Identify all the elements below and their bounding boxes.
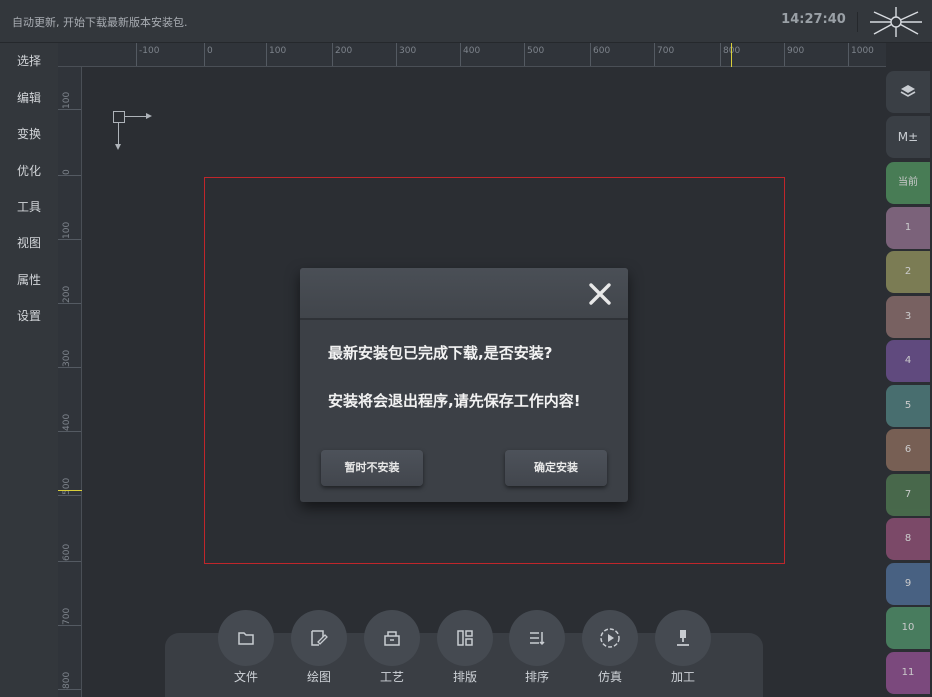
ruler-label: 100 bbox=[62, 91, 72, 109]
folder-icon bbox=[238, 632, 254, 645]
status-text: 自动更新, 开始下载最新版本安装包. bbox=[12, 16, 188, 29]
layer-11[interactable]: 11 bbox=[886, 652, 930, 694]
ruler-label: 700 bbox=[657, 46, 675, 56]
y-axis-arrow-icon bbox=[118, 123, 119, 145]
machining-icon bbox=[677, 630, 689, 646]
tool-layout-button[interactable]: 排版 bbox=[437, 610, 493, 694]
ruler-label: 400 bbox=[463, 46, 481, 56]
ruler-label: 300 bbox=[62, 349, 72, 367]
dialog-header bbox=[300, 268, 628, 320]
ruler-label: 900 bbox=[787, 46, 805, 56]
left-menu: 选择 编辑 变换 优化 工具 视图 属性 设置 bbox=[0, 43, 58, 697]
ruler-label: 600 bbox=[593, 46, 611, 56]
menu-optimize[interactable]: 优化 bbox=[0, 159, 58, 183]
process-icon bbox=[384, 631, 400, 646]
tool-sort-label: 排序 bbox=[524, 670, 549, 684]
x-axis-arrowhead-icon bbox=[146, 113, 152, 119]
mode-button[interactable]: M± bbox=[886, 116, 930, 158]
ruler-label: 700 bbox=[62, 607, 72, 625]
ruler-cursor-marker bbox=[731, 43, 732, 67]
clock: 14:27:40 bbox=[770, 12, 858, 32]
y-axis-arrowhead-icon bbox=[115, 144, 121, 150]
ruler-label: 100 bbox=[62, 221, 72, 239]
tool-file-label: 文件 bbox=[233, 670, 258, 684]
app-logo-icon[interactable] bbox=[866, 4, 926, 40]
sort-icon bbox=[530, 632, 545, 646]
ruler-label: 1000 bbox=[851, 46, 874, 56]
tool-simulate-button[interactable]: 仿真 bbox=[582, 610, 638, 694]
app-window: 自动更新, 开始下载最新版本安装包. 14:27:40 选择 编辑 变换 优化 … bbox=[0, 0, 932, 697]
ruler-label: 300 bbox=[399, 46, 417, 56]
ruler-label: 400 bbox=[62, 413, 72, 431]
top-bar: 自动更新, 开始下载最新版本安装包. 14:27:40 bbox=[0, 0, 932, 43]
ruler-label: 0 bbox=[62, 169, 72, 175]
menu-view[interactable]: 视图 bbox=[0, 231, 58, 255]
tool-process-button[interactable]: 工艺 bbox=[364, 610, 420, 694]
origin-icon bbox=[113, 111, 125, 123]
tool-sort-button[interactable]: 排序 bbox=[509, 610, 565, 694]
tool-draw-button[interactable]: 绘图 bbox=[291, 610, 347, 694]
tool-layout-label: 排版 bbox=[452, 670, 477, 684]
update-dialog: 最新安装包已完成下载,是否安装? 安装将会退出程序,请先保存工作内容! 暂时不安… bbox=[300, 268, 628, 502]
layers-icon bbox=[900, 85, 916, 97]
layer-2[interactable]: 2 bbox=[886, 251, 930, 293]
layer-8[interactable]: 8 bbox=[886, 518, 930, 560]
dialog-message-line1: 最新安装包已完成下载,是否安装? bbox=[328, 344, 553, 362]
layer-1[interactable]: 1 bbox=[886, 207, 930, 249]
tool-simulate-label: 仿真 bbox=[597, 670, 622, 684]
ruler-label: 500 bbox=[527, 46, 545, 56]
tool-process-label: 工艺 bbox=[379, 670, 404, 684]
ruler-label: 100 bbox=[269, 46, 287, 56]
menu-transform[interactable]: 变换 bbox=[0, 122, 58, 146]
layers-button[interactable] bbox=[886, 71, 930, 113]
ruler-label: 200 bbox=[62, 285, 72, 303]
install-now-button[interactable]: 确定安装 bbox=[505, 450, 607, 486]
ruler-cursor-marker bbox=[58, 490, 82, 491]
tool-machining-label: 加工 bbox=[670, 670, 695, 684]
layer-10[interactable]: 10 bbox=[886, 607, 930, 649]
horizontal-ruler: -100 0 100 200 300 400 500 600 700 800 9… bbox=[58, 43, 886, 67]
layer-7[interactable]: 7 bbox=[886, 474, 930, 516]
layer-current[interactable]: 当前 bbox=[886, 162, 930, 204]
simulate-icon bbox=[600, 628, 620, 648]
draw-icon bbox=[311, 630, 328, 646]
tool-file-button[interactable]: 文件 bbox=[218, 610, 274, 694]
menu-properties[interactable]: 属性 bbox=[0, 268, 58, 292]
tool-machining-button[interactable]: 加工 bbox=[655, 610, 711, 694]
layer-6[interactable]: 6 bbox=[886, 429, 930, 471]
layer-4[interactable]: 4 bbox=[886, 340, 930, 382]
tool-draw-label: 绘图 bbox=[306, 670, 331, 684]
vertical-ruler: 100 0 100 200 300 400 500 600 700 800 bbox=[58, 67, 82, 697]
ruler-label: 200 bbox=[335, 46, 353, 56]
ruler-label: 600 bbox=[62, 543, 72, 561]
layer-3[interactable]: 3 bbox=[886, 296, 930, 338]
layer-panel: M± 当前 1 2 3 4 5 6 7 8 9 10 11 bbox=[886, 67, 932, 697]
ruler-label: 800 bbox=[62, 671, 72, 689]
close-icon[interactable] bbox=[586, 280, 614, 308]
menu-edit[interactable]: 编辑 bbox=[0, 86, 58, 110]
layer-9[interactable]: 9 bbox=[886, 563, 930, 605]
install-later-button[interactable]: 暂时不安装 bbox=[321, 450, 423, 486]
ruler-label: 500 bbox=[62, 477, 72, 495]
ruler-label: 0 bbox=[207, 46, 213, 56]
layer-5[interactable]: 5 bbox=[886, 385, 930, 427]
menu-settings[interactable]: 设置 bbox=[0, 304, 58, 328]
layout-icon bbox=[457, 630, 473, 646]
menu-select[interactable]: 选择 bbox=[0, 49, 58, 73]
ruler-label: -100 bbox=[139, 46, 160, 56]
x-axis-arrow-icon bbox=[125, 116, 147, 117]
menu-tools[interactable]: 工具 bbox=[0, 195, 58, 219]
dialog-message-line2: 安装将会退出程序,请先保存工作内容! bbox=[328, 392, 581, 410]
